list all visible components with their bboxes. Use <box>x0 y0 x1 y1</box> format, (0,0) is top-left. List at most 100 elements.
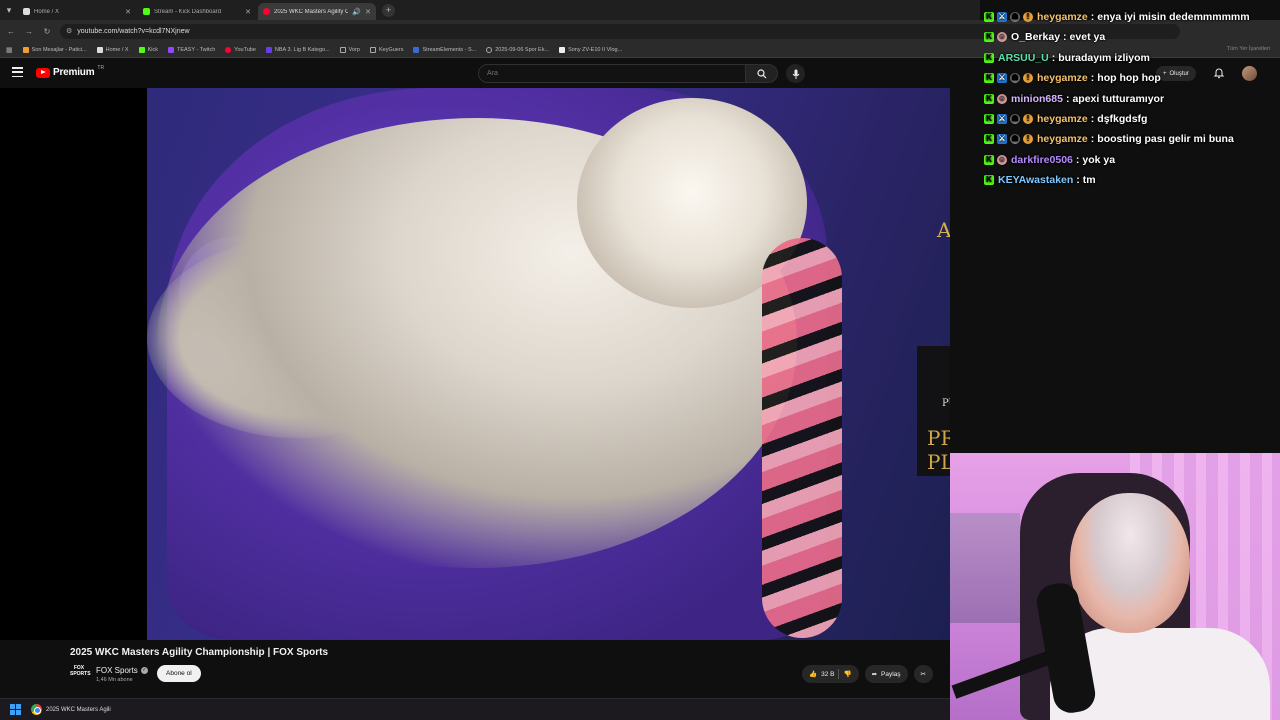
bookmark[interactable]: YouTube <box>225 46 256 53</box>
bookmark[interactable]: StreamElements - S... <box>413 46 476 53</box>
chat-username[interactable]: heygamze <box>1037 11 1088 23</box>
tab-youtube-video[interactable]: 2025 WKC Masters Agility C 🔊 ✕ <box>258 3 376 20</box>
kick-badge-icon: K <box>984 175 994 186</box>
video-title: 2025 WKC Masters Agility Championship | … <box>70 647 329 658</box>
tab-search-icon[interactable]: ▾ <box>0 1 18 19</box>
tab-title: Stream - Kick Dashboard <box>154 8 222 15</box>
chat-username[interactable]: darkfire0506 <box>1011 154 1073 166</box>
kick-badge-icon: K <box>984 73 994 84</box>
chat-username[interactable]: heygamze <box>1037 72 1088 84</box>
search-button[interactable] <box>746 64 778 83</box>
webcam-overlay <box>950 453 1280 720</box>
globe-icon <box>486 46 493 53</box>
kick-badge-icon: K <box>984 134 994 145</box>
subscribe-button[interactable]: Abone ol <box>157 665 201 682</box>
chat-username[interactable]: heygamze <box>1037 133 1088 145</box>
nba-icon <box>265 46 272 53</box>
video-actions: 👍 32 B 👎 ➦ Paylaş ✂ <box>802 665 933 683</box>
site-info-icon[interactable]: ⚙ <box>66 27 72 35</box>
bookmark[interactable]: 2025-09-06 Spor Ek... <box>486 46 550 53</box>
share-icon: ➦ <box>871 671 878 678</box>
windows-start-icon[interactable] <box>10 704 21 715</box>
chat-colon: : <box>1051 51 1056 64</box>
clip-button[interactable]: ✂ <box>913 665 933 683</box>
reload-icon[interactable]: ↻ <box>42 27 52 36</box>
chat-username[interactable]: ARSUU_U <box>998 52 1049 64</box>
bookmark-label: TEASY - Twitch <box>176 46 216 53</box>
chat-text: tm <box>1082 174 1096 187</box>
chat-message: K ☺ minion685: apexi tutturamıyor <box>984 90 1164 108</box>
kick-badge-icon: K <box>984 12 994 22</box>
vip-badge-icon: ⚔ <box>997 134 1007 145</box>
voice-search-button[interactable] <box>786 64 805 83</box>
like-button[interactable]: 👍 32 B <box>809 670 834 679</box>
search-icon <box>756 68 766 78</box>
tab-title: Home / X <box>34 8 60 15</box>
chat-colon: : <box>1065 92 1070 105</box>
chat-message: K ARSUU_U: buradayım izliyom <box>984 49 1150 67</box>
bookmark-label: KeyGuers <box>378 46 404 53</box>
bookmark[interactable]: Home / X <box>96 46 129 53</box>
sponsor-top-text: PURINA <box>942 398 950 409</box>
taskbar-chrome-app[interactable]: 2025 WKC Masters Agili <box>31 704 111 715</box>
youtube-logo[interactable]: Premium TR <box>36 65 104 78</box>
webcam-shelf <box>950 513 1020 623</box>
apps-icon[interactable]: ▦ <box>6 46 13 54</box>
chat-text: dşfkgdsfg <box>1097 113 1148 125</box>
chat-colon: : <box>1076 174 1080 187</box>
like-dislike-group: 👍 32 B 👎 <box>802 665 859 683</box>
tab-x[interactable]: Home / X ✕ <box>18 3 136 20</box>
bookmark[interactable]: KeyGuers <box>369 46 404 53</box>
new-tab-button[interactable]: + <box>382 3 395 17</box>
moderator-badge-icon: ☗ <box>1010 73 1020 84</box>
share-button[interactable]: ➦ Paylaş <box>864 665 908 683</box>
bookmark[interactable]: Vorp <box>339 46 360 53</box>
speaker-icon[interactable]: 🔊 <box>352 8 361 16</box>
tab-kick-dashboard[interactable]: Stream - Kick Dashboard ✕ <box>138 3 256 20</box>
bookmark[interactable]: TEASY - Twitch <box>167 46 216 53</box>
back-icon[interactable]: ← <box>6 27 16 36</box>
menu-icon[interactable] <box>12 67 23 77</box>
chat-username[interactable]: heygamze <box>1037 113 1088 125</box>
moderator-badge-icon: ☗ <box>1010 134 1020 145</box>
subscriber-count: 1,46 Mn abone <box>96 677 133 683</box>
chat-message: K ⚔ ☗! heygamze: hop hop hop <box>984 69 1161 87</box>
dislike-button[interactable]: 👎 <box>843 670 851 678</box>
chrome-icon <box>31 704 42 715</box>
bookmark[interactable]: Sony ZV-E10 II Vlog... <box>559 46 622 53</box>
bookmark-label: 2025-09-06 Spor Ek... <box>495 46 550 53</box>
video-player[interactable]: AGILITY PURINA PRO PLAN <box>0 88 950 640</box>
chat-username[interactable]: O_Berkay <box>1011 31 1060 43</box>
verified-icon: ✓ <box>140 667 148 674</box>
search-input[interactable] <box>478 64 746 83</box>
vip-badge-icon: ⚔ <box>997 114 1007 124</box>
bookmark[interactable]: Son Mesajlar - Patici... <box>22 46 87 53</box>
close-icon[interactable]: ✕ <box>245 8 251 16</box>
chat-text: buradayım izliyom <box>1058 51 1150 64</box>
bookmark[interactable]: Kick <box>138 46 158 53</box>
kick-badge-icon: K <box>984 93 994 104</box>
chat-message: K ⚔ ☗! heygamze: boosting pası gelir mi buna <box>984 130 1234 148</box>
streamelements-icon <box>413 46 420 53</box>
video-frame: AGILITY PURINA PRO PLAN <box>147 88 950 640</box>
close-icon[interactable]: ✕ <box>125 8 131 16</box>
chat-message: K ⚔ ☗! heygamze: enya iyi misin dedemmmmmm <box>984 8 1250 26</box>
emoji-badge-icon: ☺ <box>997 32 1007 43</box>
bookmark-icon <box>22 46 29 53</box>
bookmark[interactable]: NBA 3. Lig B Katego... <box>265 46 330 53</box>
chat-username[interactable]: minion685 <box>1011 93 1063 105</box>
chat-colon: : <box>1090 113 1095 125</box>
forward-icon[interactable]: → <box>24 27 34 36</box>
chat-message: K ☺ O_Berkay: evet ya <box>984 28 1105 46</box>
chat-username[interactable]: KEYAwastaken <box>998 174 1073 186</box>
channel-logo[interactable]: FOX SPORTS <box>70 665 91 680</box>
chat-colon: : <box>1090 133 1095 146</box>
chat-text: hop hop hop <box>1097 72 1161 85</box>
tab-title: 2025 WKC Masters Agility C <box>274 8 349 15</box>
youtube-icon <box>225 46 232 53</box>
close-icon[interactable]: ✕ <box>365 8 371 16</box>
chat-message: K ☺ darkfire0506: yok ya <box>984 151 1115 169</box>
channel-name-row[interactable]: FOX Sports ✓ <box>96 666 148 675</box>
kick-badge-icon: K <box>984 32 994 43</box>
webcam-streamer-head <box>1070 493 1190 633</box>
